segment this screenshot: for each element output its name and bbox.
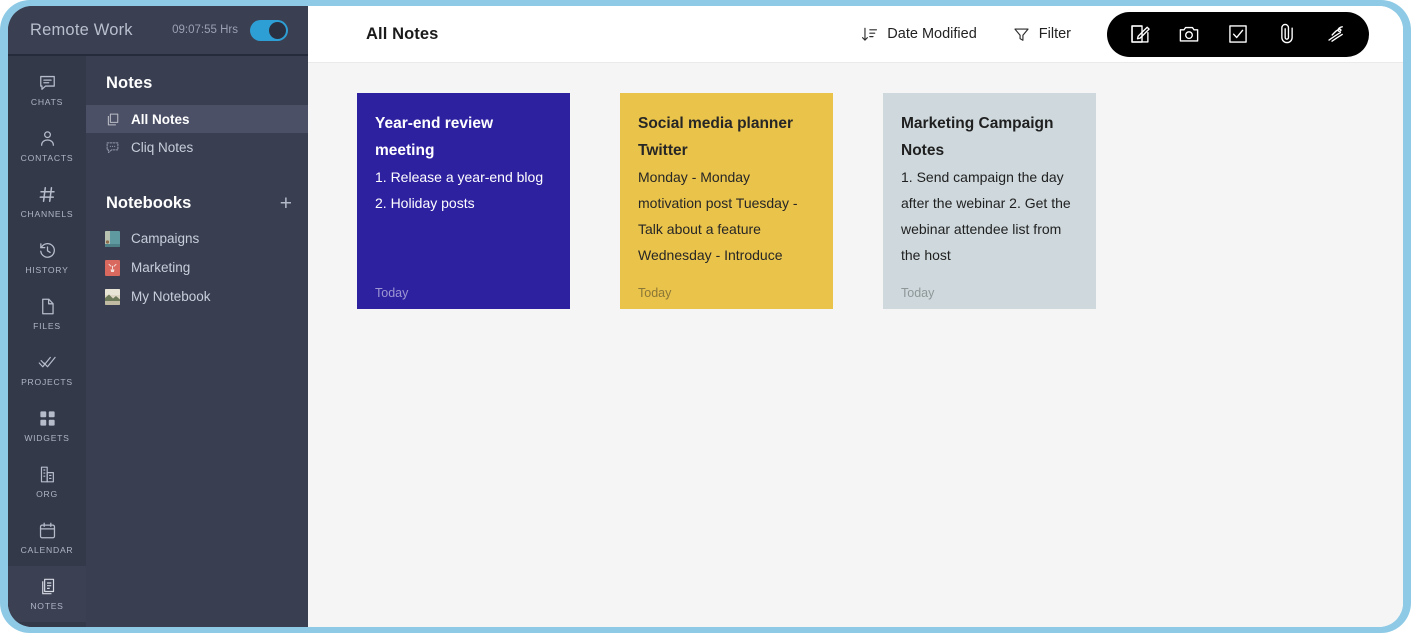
- workspace-header: Remote Work 09:07:55 Hrs: [8, 6, 308, 56]
- chat-icon: [38, 73, 57, 92]
- sidebar-item-files[interactable]: FILES: [8, 286, 86, 342]
- camera-note-button[interactable]: [1178, 23, 1200, 45]
- add-notebook-button[interactable]: +: [280, 193, 292, 214]
- sidebar-item-all-notes[interactable]: All Notes: [86, 105, 308, 133]
- main-content: All Notes Date Modified: [308, 6, 1403, 627]
- note-date: Today: [901, 286, 934, 300]
- sidebar-item-label: Cliq Notes: [131, 140, 193, 155]
- rail-label: ORG: [36, 489, 58, 499]
- note-title: Social media planner Twitter: [638, 110, 815, 164]
- rail-label: CHATS: [31, 97, 63, 107]
- sidebar-item-projects[interactable]: PROJECTS: [8, 342, 86, 398]
- note-card[interactable]: Social media planner Twitter Monday - Mo…: [620, 93, 833, 309]
- notebook-item-marketing[interactable]: Marketing: [86, 253, 308, 282]
- sidebar-item-contacts[interactable]: CONTACTS: [8, 118, 86, 174]
- sidebar-item-calendar[interactable]: CALENDAR: [8, 510, 86, 566]
- notes-pane-header: Notes: [86, 74, 308, 93]
- double-check-icon: [38, 353, 57, 372]
- rail-label: FILES: [33, 321, 61, 331]
- rail-label: CHANNELS: [21, 209, 74, 219]
- sort-descending-icon: [861, 26, 878, 43]
- sidebar-item-cliq-notes[interactable]: Cliq Notes: [86, 133, 308, 161]
- sort-label: Date Modified: [887, 26, 976, 42]
- notes-heading: Notes: [106, 74, 292, 93]
- note-body: Monday - Monday motivation post Tuesday …: [638, 164, 815, 268]
- notebook-thumbnail-icon: [105, 289, 120, 305]
- app-window-frame: Remote Work 09:07:55 Hrs CHATS: [0, 0, 1411, 633]
- rail-label: CONTACTS: [21, 153, 74, 163]
- module-rail: CHATS CONTACTS: [8, 56, 86, 627]
- notebooks-header: Notebooks +: [86, 193, 308, 214]
- person-icon: [38, 129, 57, 148]
- notes-grid: Year-end review meeting 1. Release a yea…: [308, 63, 1403, 627]
- toggle-knob: [269, 22, 286, 39]
- note-date: Today: [638, 286, 671, 300]
- note-card[interactable]: Marketing Campaign Notes 1. Send campaig…: [883, 93, 1096, 309]
- note-page-icon: [105, 112, 120, 127]
- org-building-icon: [38, 465, 57, 484]
- workspace-title: Remote Work: [30, 21, 172, 40]
- history-clock-icon: [38, 241, 57, 260]
- note-actions-toolbar: [1107, 12, 1369, 57]
- sidebar-item-widgets[interactable]: WIDGETS: [8, 398, 86, 454]
- sidebar-item-notes[interactable]: NOTES: [8, 566, 86, 622]
- left-sidebar: Remote Work 09:07:55 Hrs CHATS: [8, 6, 308, 627]
- notes-list-pane: Notes All Notes: [86, 56, 308, 627]
- sidebar-item-label: All Notes: [131, 112, 190, 127]
- notebook-item-campaigns[interactable]: Campaigns: [86, 224, 308, 253]
- note-title: Year-end review meeting: [375, 110, 552, 164]
- note-title: Marketing Campaign Notes: [901, 110, 1078, 164]
- content-toolbar: All Notes Date Modified: [308, 6, 1403, 63]
- checklist-note-button[interactable]: [1227, 23, 1249, 45]
- sidebar-item-history[interactable]: HISTORY: [8, 230, 86, 286]
- sidebar-item-channels[interactable]: CHANNELS: [8, 174, 86, 230]
- sidebar-item-chats[interactable]: CHATS: [8, 62, 86, 118]
- notes-stack-icon: [38, 577, 57, 596]
- note-card[interactable]: Year-end review meeting 1. Release a yea…: [357, 93, 570, 309]
- notebook-label: Marketing: [131, 260, 190, 275]
- notebooks-heading: Notebooks: [106, 194, 280, 213]
- notebook-label: My Notebook: [131, 289, 211, 304]
- availability-toggle[interactable]: [250, 20, 288, 41]
- rail-label: PROJECTS: [21, 377, 73, 387]
- attachment-button[interactable]: [1276, 23, 1298, 45]
- grid-squares-icon: [38, 409, 57, 428]
- note-body: 1. Release a year-end blog 2. Holiday po…: [375, 164, 552, 216]
- workspace-timer: 09:07:55 Hrs: [172, 24, 238, 36]
- file-icon: [38, 297, 57, 316]
- funnel-icon: [1013, 26, 1030, 43]
- rail-label: WIDGETS: [24, 433, 69, 443]
- notebook-label: Campaigns: [131, 231, 199, 246]
- note-body: 1. Send campaign the day after the webin…: [901, 164, 1078, 268]
- rail-label: NOTES: [30, 601, 63, 611]
- page-title: All Notes: [366, 25, 861, 44]
- notebook-thumbnail-icon: [105, 231, 120, 247]
- compose-note-button[interactable]: [1129, 23, 1151, 45]
- hash-icon: [38, 185, 57, 204]
- filter-label: Filter: [1039, 26, 1071, 42]
- rail-label: HISTORY: [25, 265, 68, 275]
- sort-button[interactable]: Date Modified: [861, 26, 976, 43]
- notebook-thumbnail-icon: [105, 260, 120, 276]
- chat-note-icon: [105, 140, 120, 155]
- notebook-item-my-notebook[interactable]: My Notebook: [86, 282, 308, 311]
- sidebar-item-org[interactable]: ORG: [8, 454, 86, 510]
- app-window: Remote Work 09:07:55 Hrs CHATS: [8, 6, 1403, 627]
- note-date: Today: [375, 286, 408, 300]
- rail-label: CALENDAR: [21, 545, 74, 555]
- calendar-icon: [38, 521, 57, 540]
- filter-button[interactable]: Filter: [1013, 26, 1071, 43]
- sketch-note-button[interactable]: [1325, 23, 1347, 45]
